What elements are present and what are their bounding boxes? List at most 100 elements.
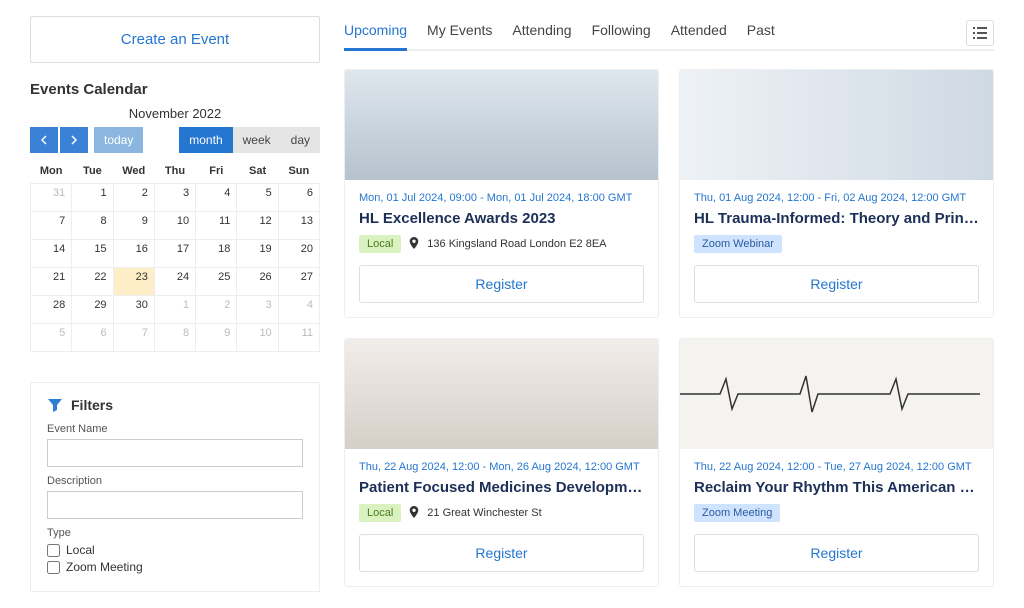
calendar-day[interactable]: 15: [72, 240, 113, 268]
calendar-weekday: Sat: [237, 159, 278, 184]
event-date: Thu, 22 Aug 2024, 12:00 - Mon, 26 Aug 20…: [359, 461, 644, 473]
calendar-day[interactable]: 18: [196, 240, 237, 268]
calendar-day[interactable]: 24: [154, 268, 195, 296]
calendar-view-month[interactable]: month: [179, 127, 232, 153]
list-icon: [973, 27, 987, 39]
event-meta: Local21 Great Winchester St: [359, 504, 644, 522]
event-title[interactable]: Reclaim Your Rhythm This American Heart …: [694, 479, 979, 496]
calendar-next-button[interactable]: [60, 127, 88, 153]
calendar-day[interactable]: 8: [72, 212, 113, 240]
calendar-day[interactable]: 31: [31, 184, 72, 212]
calendar-day[interactable]: 26: [237, 268, 278, 296]
filter-type-option[interactable]: Zoom Meeting: [47, 560, 303, 574]
event-card: Thu, 01 Aug 2024, 12:00 - Fri, 02 Aug 20…: [679, 69, 994, 318]
calendar-day[interactable]: 7: [113, 324, 154, 352]
calendar-day[interactable]: 6: [278, 184, 319, 212]
event-date: Thu, 22 Aug 2024, 12:00 - Tue, 27 Aug 20…: [694, 461, 979, 473]
calendar-day[interactable]: 23: [113, 268, 154, 296]
calendar-grid: MonTueWedThuFriSatSun 311234567891011121…: [30, 159, 320, 352]
calendar-day[interactable]: 5: [31, 324, 72, 352]
create-event-button[interactable]: Create an Event: [30, 16, 320, 63]
calendar-day[interactable]: 16: [113, 240, 154, 268]
event-location: 21 Great Winchester St: [427, 507, 541, 519]
filter-type-checkbox[interactable]: [47, 544, 60, 557]
filter-input-description[interactable]: [47, 491, 303, 519]
event-badge: Local: [359, 235, 401, 253]
calendar-day[interactable]: 4: [278, 296, 319, 324]
tab-past[interactable]: Past: [747, 16, 775, 49]
calendar-day[interactable]: 11: [278, 324, 319, 352]
event-meta: Zoom Webinar: [694, 235, 979, 253]
calendar-day[interactable]: 9: [113, 212, 154, 240]
calendar-day[interactable]: 11: [196, 212, 237, 240]
calendar-day[interactable]: 22: [72, 268, 113, 296]
event-location: 136 Kingsland Road London E2 8EA: [427, 238, 606, 250]
ekg-icon: [680, 374, 980, 414]
location-pin-icon: [409, 506, 419, 518]
calendar-day[interactable]: 4: [196, 184, 237, 212]
event-image: [345, 70, 658, 180]
event-badge: Zoom Meeting: [694, 504, 780, 522]
tab-attended[interactable]: Attended: [671, 16, 727, 49]
chevron-right-icon: [70, 135, 78, 145]
tab-attending[interactable]: Attending: [512, 16, 571, 49]
calendar-day[interactable]: 2: [196, 296, 237, 324]
calendar-day[interactable]: 10: [154, 212, 195, 240]
list-view-toggle[interactable]: [966, 20, 994, 46]
filter-type-label: Zoom Meeting: [66, 560, 143, 574]
filters-panel: Filters Event Name Description Type Loca…: [30, 382, 320, 592]
event-card: Thu, 22 Aug 2024, 12:00 - Tue, 27 Aug 20…: [679, 338, 994, 587]
register-button[interactable]: Register: [694, 265, 979, 303]
filter-label-description: Description: [47, 475, 303, 487]
register-button[interactable]: Register: [359, 265, 644, 303]
tab-my-events[interactable]: My Events: [427, 16, 492, 49]
register-button[interactable]: Register: [694, 534, 979, 572]
calendar-weekday: Fri: [196, 159, 237, 184]
filter-label-eventname: Event Name: [47, 423, 303, 435]
calendar-day[interactable]: 9: [196, 324, 237, 352]
event-title[interactable]: HL Excellence Awards 2023: [359, 210, 644, 227]
calendar-day[interactable]: 30: [113, 296, 154, 324]
calendar-day[interactable]: 27: [278, 268, 319, 296]
calendar-day[interactable]: 6: [72, 324, 113, 352]
calendar-day[interactable]: 21: [31, 268, 72, 296]
calendar-prev-button[interactable]: [30, 127, 58, 153]
calendar-today-button[interactable]: today: [94, 127, 143, 153]
register-button[interactable]: Register: [359, 534, 644, 572]
calendar-day[interactable]: 28: [31, 296, 72, 324]
filter-type-label: Local: [66, 543, 95, 557]
filters-title: Filters: [71, 397, 113, 413]
calendar-day[interactable]: 20: [278, 240, 319, 268]
calendar-day[interactable]: 10: [237, 324, 278, 352]
event-title[interactable]: HL Trauma-Informed: Theory and Principle…: [694, 210, 979, 227]
event-meta: Local 136 Kingsland Road London E2 8EA: [359, 235, 644, 253]
event-title[interactable]: Patient Focused Medicines Development Co…: [359, 479, 644, 496]
event-date: Mon, 01 Jul 2024, 09:00 - Mon, 01 Jul 20…: [359, 192, 644, 204]
calendar-weekday: Mon: [31, 159, 72, 184]
calendar-day[interactable]: 8: [154, 324, 195, 352]
calendar-day[interactable]: 13: [278, 212, 319, 240]
calendar-day[interactable]: 2: [113, 184, 154, 212]
calendar-day[interactable]: 1: [154, 296, 195, 324]
calendar-day[interactable]: 7: [31, 212, 72, 240]
filter-input-eventname[interactable]: [47, 439, 303, 467]
filter-type-checkbox[interactable]: [47, 561, 60, 574]
calendar-day[interactable]: 12: [237, 212, 278, 240]
calendar-weekday: Tue: [72, 159, 113, 184]
calendar-day[interactable]: 3: [237, 296, 278, 324]
calendar-view-week[interactable]: week: [233, 127, 281, 153]
filter-label-type: Type: [47, 527, 303, 539]
calendar-day[interactable]: 25: [196, 268, 237, 296]
event-card: Thu, 22 Aug 2024, 12:00 - Mon, 26 Aug 20…: [344, 338, 659, 587]
tab-upcoming[interactable]: Upcoming: [344, 16, 407, 51]
tab-following[interactable]: Following: [592, 16, 651, 49]
calendar-day[interactable]: 5: [237, 184, 278, 212]
calendar-day[interactable]: 3: [154, 184, 195, 212]
calendar-day[interactable]: 29: [72, 296, 113, 324]
calendar-day[interactable]: 1: [72, 184, 113, 212]
calendar-day[interactable]: 14: [31, 240, 72, 268]
calendar-day[interactable]: 19: [237, 240, 278, 268]
calendar-view-day[interactable]: day: [281, 127, 320, 153]
filter-type-option[interactable]: Local: [47, 543, 303, 557]
calendar-day[interactable]: 17: [154, 240, 195, 268]
